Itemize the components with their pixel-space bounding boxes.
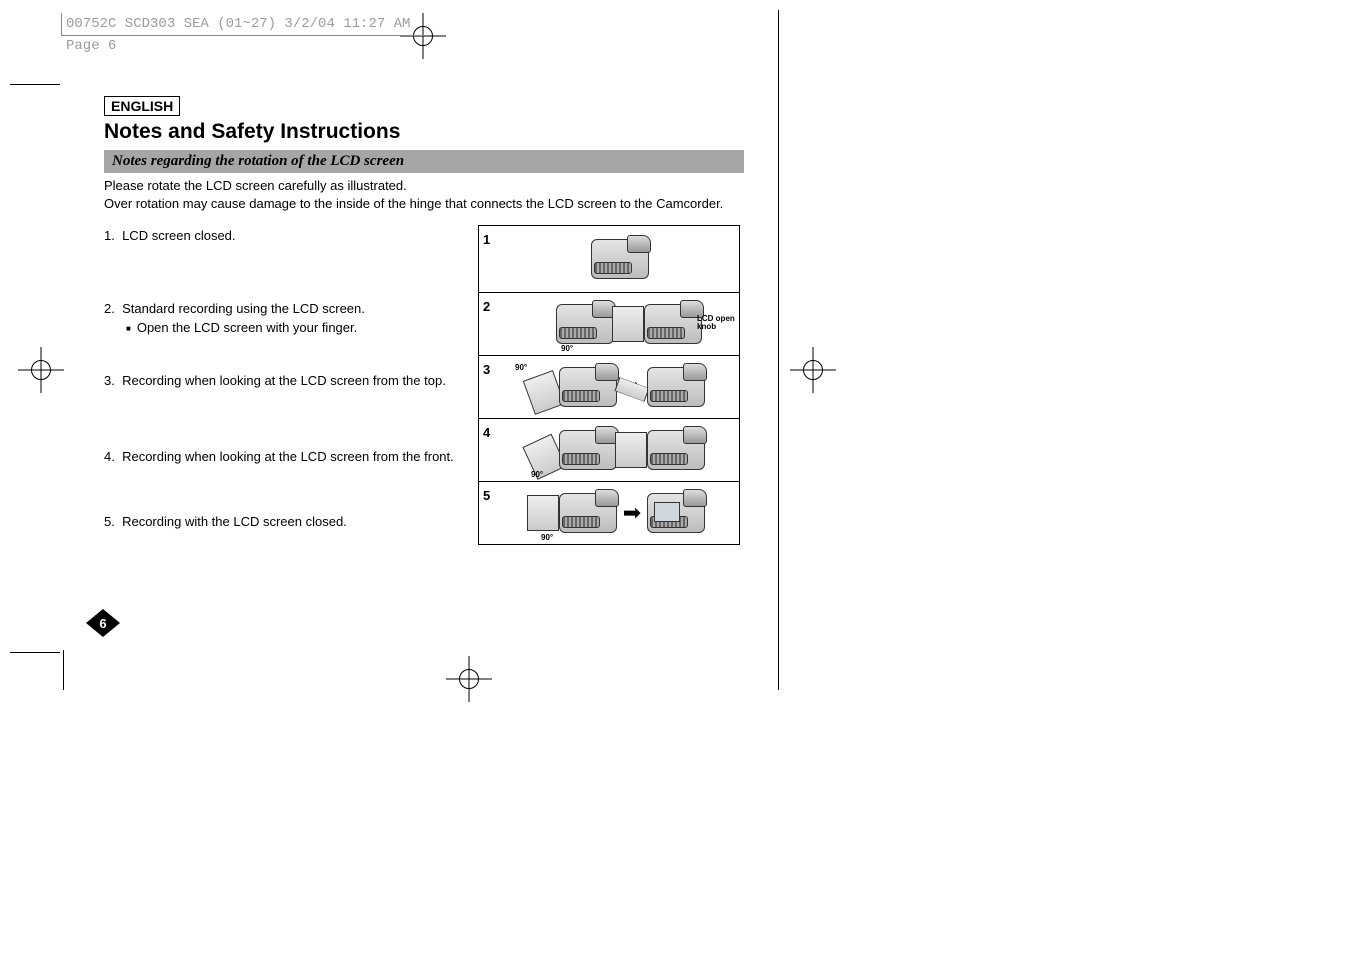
diagram-image	[501, 226, 739, 292]
item-text: Recording when looking at the LCD screen…	[122, 449, 454, 464]
item-text: Recording when looking at the LCD screen…	[122, 373, 446, 388]
diagram-row: 3 ➡ 90°	[479, 356, 739, 419]
registration-mark-icon	[28, 357, 54, 383]
list-item: 2. Standard recording using the LCD scre…	[104, 300, 464, 337]
item-number: 1.	[104, 228, 115, 243]
item-number: 2.	[104, 301, 115, 316]
intro-line: Over rotation may cause damage to the in…	[104, 196, 723, 211]
registration-mark-icon	[456, 666, 482, 692]
camcorder-icon	[644, 304, 702, 344]
item-number: 4.	[104, 449, 115, 464]
camcorder-icon	[556, 304, 614, 344]
content-area: ENGLISH Notes and Safety Instructions No…	[104, 96, 744, 235]
item-text: Standard recording using the LCD screen.	[122, 301, 365, 316]
diagram-image: ➡ 90° LCD open knob	[501, 293, 739, 355]
camcorder-icon	[647, 493, 705, 533]
angle-label: 90°	[531, 471, 543, 479]
diagram-number: 3	[479, 356, 501, 377]
list-item: 4. Recording when looking at the LCD scr…	[104, 448, 464, 465]
diagram-number: 1	[479, 226, 501, 247]
diagram-number: 2	[479, 293, 501, 314]
diagram-panel: 1 2 ➡ 90° LCD open knob	[478, 225, 740, 545]
diagram-row: 1	[479, 226, 739, 293]
manual-page: 00752C SCD303 SEA (01~27) 3/2/04 11:27 A…	[0, 0, 1351, 954]
list-item: 1. LCD screen closed.	[104, 227, 464, 244]
diagram-image: ➡ 90°	[501, 482, 739, 544]
print-slug: 00752C SCD303 SEA (01~27) 3/2/04 11:27 A…	[61, 13, 426, 36]
language-badge: ENGLISH	[104, 96, 180, 116]
knob-label: LCD open knob	[697, 315, 737, 331]
diagram-image: ➡ 90°	[501, 356, 739, 418]
angle-label: 90°	[515, 364, 527, 372]
angle-label: 90°	[541, 534, 553, 542]
column-separator	[778, 10, 779, 690]
registration-mark-icon	[800, 357, 826, 383]
camcorder-icon	[647, 367, 705, 407]
item-text: LCD screen closed.	[122, 228, 235, 243]
intro-line: Please rotate the LCD screen carefully a…	[104, 178, 407, 193]
arrow-right-icon: ➡	[623, 494, 641, 532]
diagram-row: 4 ➡ 90°	[479, 419, 739, 482]
diagram-number: 5	[479, 482, 501, 503]
camcorder-icon	[559, 430, 617, 470]
camcorder-icon	[559, 367, 617, 407]
camcorder-icon	[647, 430, 705, 470]
item-sub-bullet: Open the LCD screen with your finger.	[126, 319, 464, 337]
item-number: 5.	[104, 514, 115, 529]
crop-mark	[10, 652, 60, 653]
page-number-badge: 6	[86, 609, 120, 637]
diagram-image: ➡ 90°	[501, 419, 739, 481]
camcorder-icon	[591, 239, 649, 279]
diagram-row: 5 ➡ 90°	[479, 482, 739, 544]
intro-text: Please rotate the LCD screen carefully a…	[104, 177, 744, 213]
page-title: Notes and Safety Instructions	[104, 120, 744, 144]
crop-mark	[63, 650, 64, 690]
crop-mark	[10, 84, 60, 85]
list-item: 3. Recording when looking at the LCD scr…	[104, 372, 464, 389]
camcorder-icon	[559, 493, 617, 533]
item-number: 3.	[104, 373, 115, 388]
list-item: 5. Recording with the LCD screen closed.	[104, 513, 464, 530]
section-subhead: Notes regarding the rotation of the LCD …	[104, 150, 744, 173]
diagram-row: 2 ➡ 90° LCD open knob	[479, 293, 739, 356]
item-text: Recording with the LCD screen closed.	[122, 514, 347, 529]
page-number: 6	[86, 609, 120, 637]
diagram-number: 4	[479, 419, 501, 440]
angle-label: 90°	[561, 345, 573, 353]
